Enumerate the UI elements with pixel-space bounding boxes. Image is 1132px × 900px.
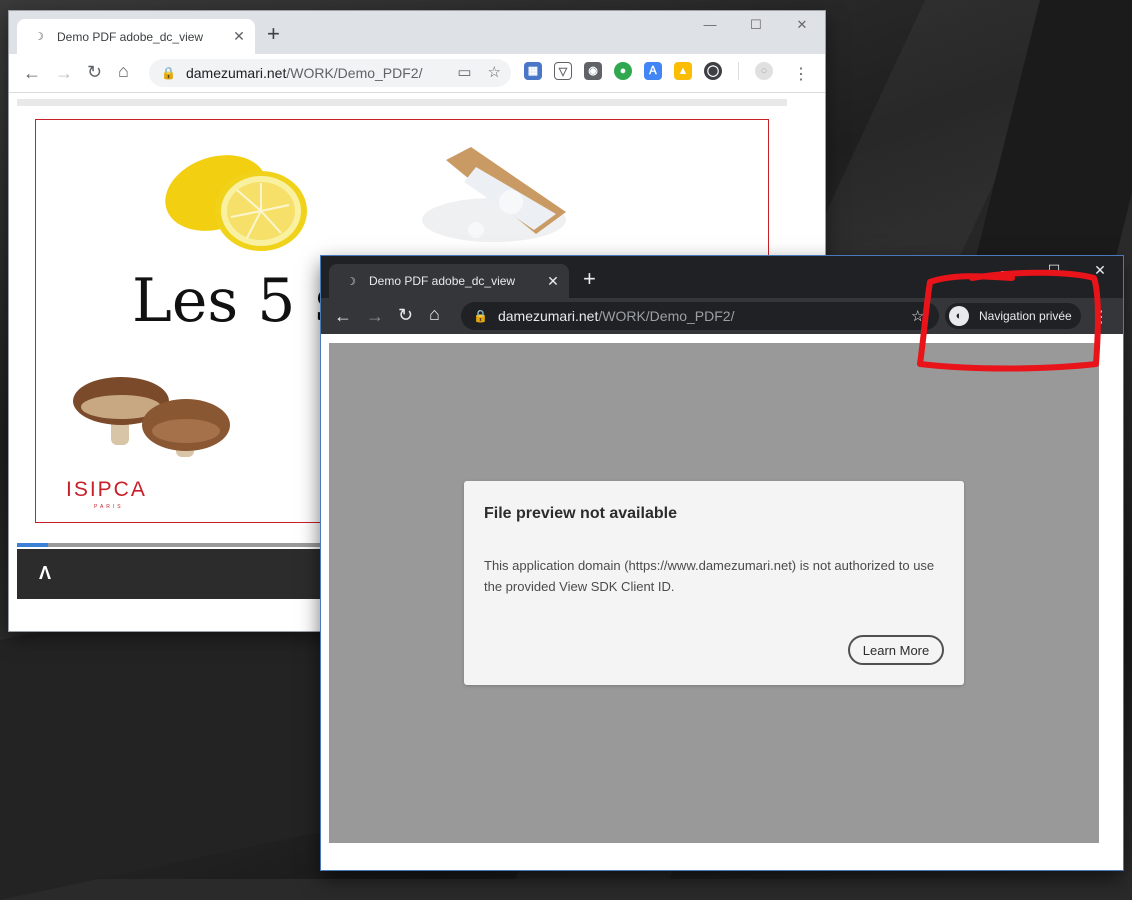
window-controls: — ☐ ✕ [985, 256, 1123, 286]
extension-e-icon[interactable]: ◯ [704, 62, 722, 80]
close-tab-icon[interactable]: ✕ [543, 273, 563, 290]
isipca-logo-subtitle: PARIS [94, 504, 124, 510]
address-bar[interactable]: 🔒 damezumari.net /WORK/Demo_PDF2/ [461, 302, 939, 330]
pocket-extension-icon[interactable]: ▽ [554, 62, 572, 80]
pdf-viewer-area: File preview not available This applicat… [329, 343, 1099, 843]
home-icon[interactable]: ⌂ [429, 305, 440, 323]
window-controls: — ☐ ✕ [687, 11, 825, 41]
back-arrow-icon[interactable]: ← [23, 64, 41, 82]
tab-title: Demo PDF adobe_dc_view [369, 274, 516, 288]
cast-icon[interactable]: ▭ [457, 63, 471, 81]
pdf-progress-fill [17, 543, 48, 547]
new-tab-button[interactable]: + [267, 23, 280, 45]
translate-extension-icon[interactable]: Ａ [644, 62, 662, 80]
reload-icon[interactable]: ↻ [87, 63, 102, 81]
page-content: File preview not available This applicat… [321, 334, 1123, 870]
more-menu-icon[interactable]: ⋮ [1093, 307, 1109, 327]
id-extension-icon[interactable]: ● [614, 62, 632, 80]
lemon-image [165, 155, 307, 251]
tab-demo-pdf[interactable]: ☽ Demo PDF adobe_dc_view ✕ [17, 19, 255, 54]
forward-arrow-icon[interactable]: → [366, 307, 384, 325]
browser-window-incognito: ☽ Demo PDF adobe_dc_view ✕ + — ☐ ✕ ← → ↻… [321, 256, 1123, 870]
lock-icon: 🔒 [473, 309, 488, 323]
extensions-bar: ▦ ▽ ◉ ● Ａ ▲ ◯ ○ [524, 62, 773, 80]
close-tab-icon[interactable]: ✕ [229, 28, 249, 45]
minimize-icon[interactable]: — [985, 256, 1031, 286]
error-dialog: File preview not available This applicat… [464, 481, 964, 685]
wallpaper-shard [965, 0, 1132, 300]
profile-avatar-icon[interactable]: ○ [755, 62, 773, 80]
url-host: damezumari.net [497, 308, 599, 324]
browser-toolbar: ← → ↻ ⌂ 🔒 damezumari.net /WORK/Demo_PDF2… [321, 298, 1123, 334]
salt-scoop-image [422, 147, 566, 242]
incognito-indicator[interactable]: ◐ Navigation privée [945, 303, 1081, 329]
dialog-message: This application domain (https://www.dam… [484, 558, 935, 594]
apps-extension-icon[interactable]: ▦ [524, 62, 542, 80]
keep-extension-icon[interactable]: ◉ [584, 62, 602, 80]
pdf-top-strip [17, 99, 787, 106]
dialog-title: File preview not available [484, 505, 677, 522]
close-window-icon[interactable]: ✕ [779, 11, 825, 41]
address-bar[interactable]: 🔒 damezumari.net /WORK/Demo_PDF2/ ▭ ☆ [149, 59, 511, 87]
adobe-logo-icon: Λ [39, 563, 52, 583]
maximize-icon[interactable]: ☐ [733, 11, 779, 41]
bookmark-star-icon[interactable]: ☆ [488, 63, 501, 81]
learn-more-button[interactable]: Learn More [848, 635, 944, 665]
lock-icon: 🔒 [161, 66, 176, 80]
tab-strip: ☽ Demo PDF adobe_dc_view ✕ + — ☐ ✕ [321, 256, 1123, 298]
incognito-label: Navigation privée [979, 309, 1072, 323]
home-icon[interactable]: ⌂ [118, 62, 129, 80]
url-host: damezumari.net [185, 65, 287, 81]
isipca-logo: ISIPCA [66, 478, 147, 501]
browser-toolbar: ← → ↻ ⌂ 🔒 damezumari.net /WORK/Demo_PDF2… [9, 54, 825, 93]
new-tab-button[interactable]: + [583, 268, 596, 290]
minimize-icon[interactable]: — [687, 11, 733, 41]
maximize-icon[interactable]: ☐ [1031, 256, 1077, 286]
more-menu-icon[interactable]: ⋮ [793, 64, 809, 84]
forward-arrow-icon[interactable]: → [55, 64, 73, 82]
mushrooms-image [73, 377, 230, 457]
close-window-icon[interactable]: ✕ [1077, 256, 1123, 286]
reload-icon[interactable]: ↻ [398, 306, 413, 324]
bookmark-star-icon[interactable]: ☆ [911, 307, 924, 325]
tab-demo-pdf[interactable]: ☽ Demo PDF adobe_dc_view ✕ [329, 264, 569, 298]
drive-extension-icon[interactable]: ▲ [674, 62, 692, 80]
url-path: /WORK/Demo_PDF2/ [286, 65, 423, 81]
page-favicon-icon: ☽ [346, 275, 356, 288]
tab-title: Demo PDF adobe_dc_view [57, 29, 204, 44]
incognito-icon: ◐ [949, 306, 969, 326]
tab-strip: ☽ Demo PDF adobe_dc_view ✕ + — ☐ ✕ [9, 11, 825, 54]
toolbar-divider [738, 62, 739, 80]
url-path: /WORK/Demo_PDF2/ [598, 308, 735, 324]
page-favicon-icon: ☽ [34, 31, 44, 43]
back-arrow-icon[interactable]: ← [334, 307, 352, 325]
